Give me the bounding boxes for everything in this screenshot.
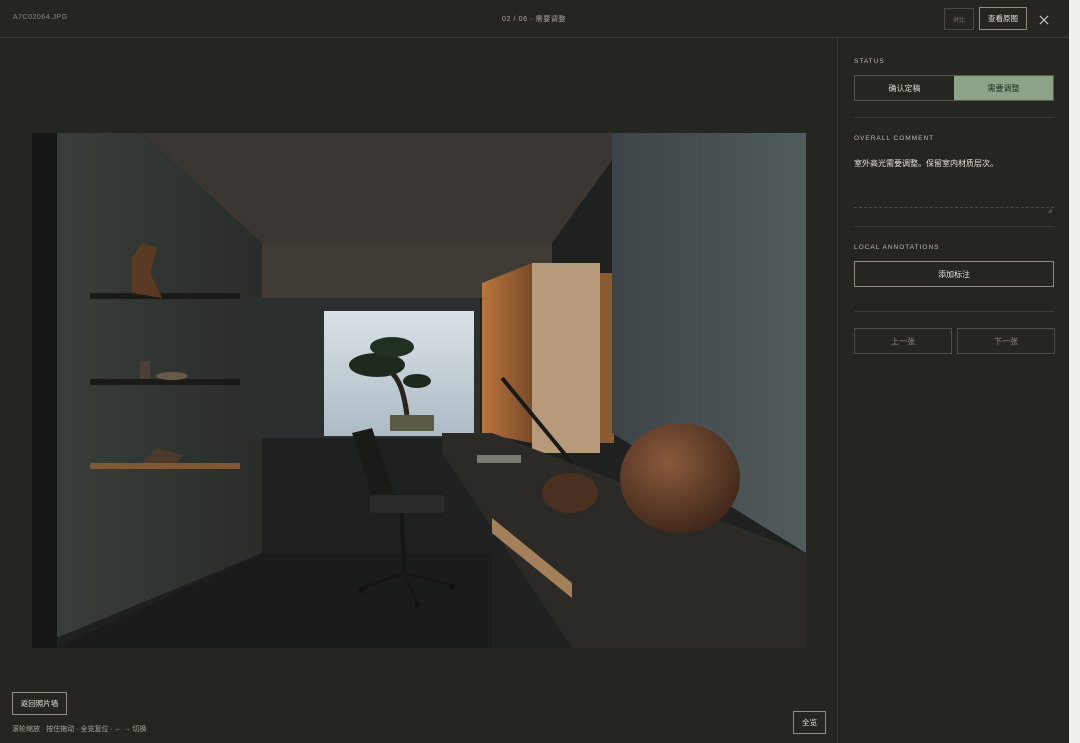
review-panel: STATUS 确认定稿 需要调整 OVERALL COMMENT 室外高光需要调… — [839, 38, 1069, 743]
divider — [854, 311, 1054, 312]
view-original-button[interactable]: 查看原图 — [979, 7, 1027, 30]
status-option-approved[interactable]: 确认定稿 — [855, 76, 954, 100]
next-image-button[interactable]: 下一张 — [957, 328, 1055, 354]
close-icon[interactable] — [1036, 12, 1052, 28]
overall-comment-label: OVERALL COMMENT — [854, 135, 935, 142]
fit-view-button[interactable]: 全览 — [793, 711, 826, 734]
overall-comment-field[interactable]: 室外高光需要调整。保留室内材质层次。 — [854, 158, 1054, 208]
local-annotations-label: LOCAL ANNOTATIONS — [854, 244, 940, 251]
top-bar: A7C02064.JPG 02 / 06 · 需要调整 对比 查看原图 — [0, 0, 1080, 38]
status-option-needs-adjustment[interactable]: 需要调整 — [954, 76, 1053, 100]
status-label: STATUS — [854, 58, 885, 65]
image-viewer[interactable]: 返回照片墙 滚轮缩放 · 按住拖动 · 全览复位 · ← → 切换 全览 — [0, 38, 838, 743]
divider — [854, 117, 1054, 118]
resize-handle-icon[interactable] — [1047, 201, 1053, 214]
status-segmented-control: 确认定稿 需要调整 — [854, 75, 1054, 101]
previous-image-button[interactable]: 上一张 — [854, 328, 952, 354]
keyboard-hints: 滚轮缩放 · 按住拖动 · 全览复位 · ← → 切换 — [12, 726, 147, 733]
window-edge — [1069, 0, 1080, 743]
photo-image[interactable] — [32, 133, 806, 648]
compare-button[interactable]: 对比 — [944, 8, 974, 30]
add-annotation-button[interactable]: 添加标注 — [854, 261, 1054, 287]
image-counter: 02 / 06 · 需要调整 — [501, 16, 567, 23]
divider — [854, 226, 1054, 227]
back-to-wall-button[interactable]: 返回照片墙 — [12, 692, 67, 715]
